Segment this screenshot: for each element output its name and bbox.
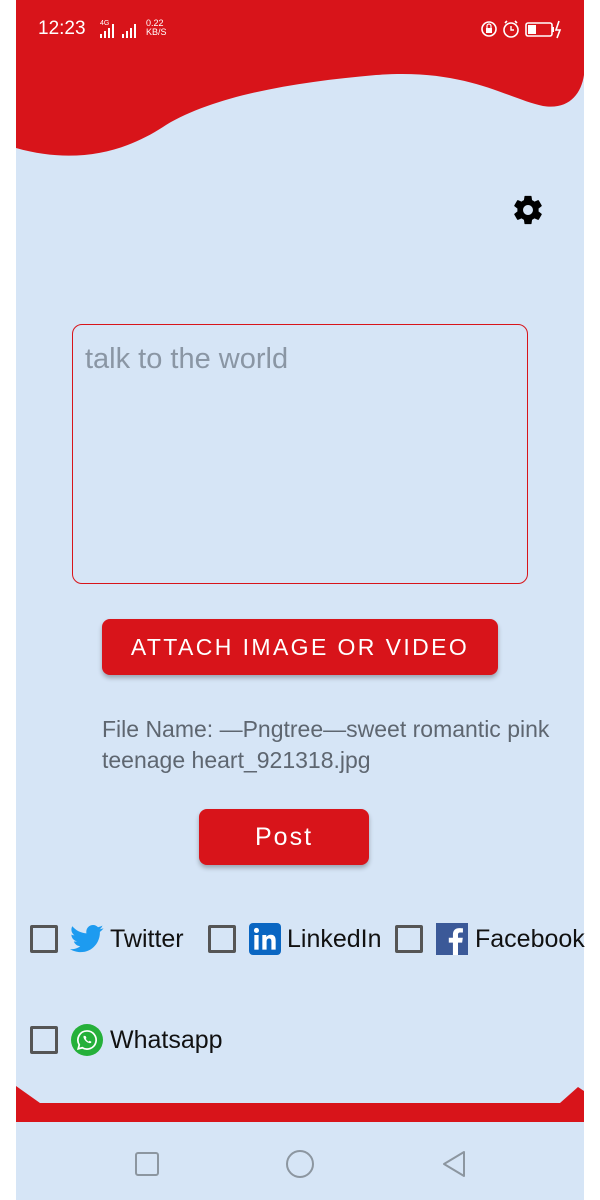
status-time: 12:23 bbox=[38, 18, 86, 39]
facebook-label: Facebook bbox=[475, 924, 585, 953]
twitter-label: Twitter bbox=[110, 924, 184, 953]
app-screen: 12:23 4G 0.22 KB/S talk to the world ATT… bbox=[0, 0, 600, 1200]
share-option-facebook[interactable]: Facebook bbox=[395, 919, 585, 959]
signal-icon: 4G bbox=[100, 20, 136, 38]
back-button[interactable] bbox=[436, 1146, 472, 1182]
facebook-icon bbox=[435, 922, 469, 956]
twitter-checkbox[interactable] bbox=[30, 925, 58, 953]
whatsapp-checkbox[interactable] bbox=[30, 1026, 58, 1054]
screen-edge-right bbox=[584, 0, 600, 1200]
linkedin-checkbox[interactable] bbox=[208, 925, 236, 953]
twitter-icon bbox=[70, 922, 104, 956]
share-option-whatsapp[interactable]: Whatsapp bbox=[30, 1020, 223, 1060]
share-option-linkedin[interactable]: LinkedIn bbox=[208, 919, 382, 959]
battery-icon bbox=[525, 20, 562, 39]
network-speed: 0.22 KB/S bbox=[146, 19, 167, 37]
whatsapp-icon bbox=[70, 1023, 104, 1057]
settings-button[interactable] bbox=[508, 190, 548, 230]
recents-button[interactable] bbox=[129, 1146, 165, 1182]
share-option-twitter[interactable]: Twitter bbox=[30, 919, 184, 959]
post-text-field bbox=[72, 324, 528, 584]
facebook-checkbox[interactable] bbox=[395, 925, 423, 953]
network-type: 4G bbox=[100, 20, 109, 27]
lock-icon bbox=[481, 21, 497, 37]
linkedin-icon bbox=[248, 922, 282, 956]
linkedin-label: LinkedIn bbox=[287, 924, 382, 953]
navigation-bar bbox=[16, 1124, 584, 1200]
home-button[interactable] bbox=[282, 1146, 318, 1182]
status-icons bbox=[481, 20, 562, 39]
file-name-text: File Name: —Pngtree—sweet romantic pink … bbox=[102, 716, 550, 773]
post-button[interactable]: Post bbox=[199, 809, 369, 865]
post-textarea[interactable] bbox=[73, 325, 527, 583]
header-wave bbox=[16, 40, 584, 156]
triangle-back-icon bbox=[443, 1151, 465, 1177]
gear-icon bbox=[514, 195, 542, 225]
square-icon bbox=[135, 1152, 159, 1176]
whatsapp-label: Whatsapp bbox=[110, 1025, 223, 1054]
footer-bar bbox=[16, 1086, 584, 1122]
network-speed-unit: KB/S bbox=[146, 27, 167, 37]
screen-edge-left bbox=[0, 0, 16, 1200]
attach-media-button[interactable]: ATTACH IMAGE OR VIDEO bbox=[102, 619, 498, 675]
alarm-icon bbox=[503, 20, 519, 38]
circle-icon bbox=[286, 1150, 314, 1178]
